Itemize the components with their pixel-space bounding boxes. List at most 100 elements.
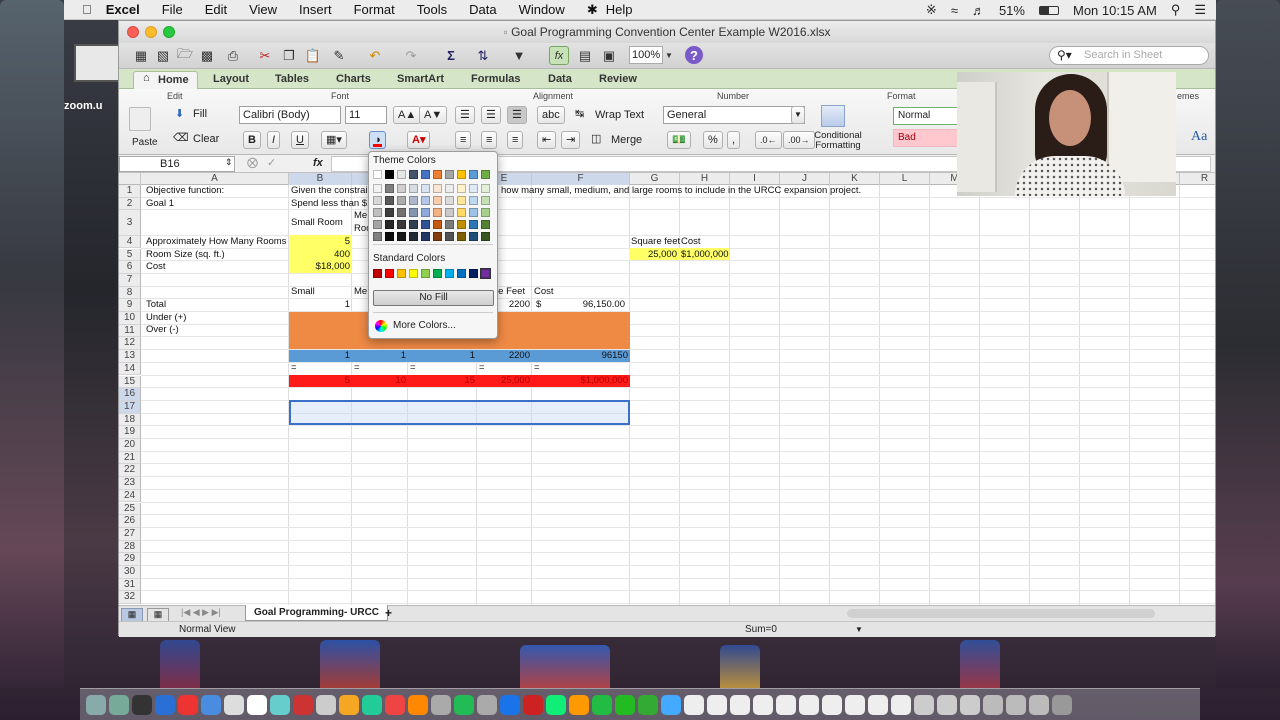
status-sum-dropdown-icon[interactable]: ▼	[855, 622, 863, 637]
menubar-clock[interactable]: Mon 10:15 AM	[1073, 3, 1157, 18]
page-layout-view-icon[interactable]: ▦	[147, 608, 169, 622]
tab-layout[interactable]: Layout	[205, 71, 257, 89]
dock-app-icon[interactable]	[1052, 694, 1072, 715]
menu-file[interactable]: File	[162, 2, 183, 17]
cell-f8[interactable]: Cost	[532, 286, 556, 298]
standard-color-swatch[interactable]	[421, 269, 430, 278]
dock-app-icon[interactable]	[753, 694, 773, 715]
clear-button[interactable]: Clear	[193, 133, 219, 145]
theme-shade-swatch[interactable]	[481, 184, 490, 193]
theme-shade-swatch[interactable]	[421, 208, 430, 217]
row-header-27[interactable]: 27	[119, 527, 141, 541]
menu-app-name[interactable]: Excel	[106, 2, 140, 17]
theme-shade-swatch[interactable]	[385, 208, 394, 217]
help-icon[interactable]: ?	[685, 46, 703, 64]
row-header-21[interactable]: 21	[119, 451, 141, 465]
align-left-button[interactable]: ≡	[455, 131, 472, 149]
dock-app-icon[interactable]	[293, 694, 313, 715]
cell-c14[interactable]: 10	[352, 375, 408, 387]
dock-app-icon[interactable]	[868, 694, 888, 715]
theme-shade-swatch[interactable]	[469, 232, 478, 241]
theme-shade-swatch[interactable]	[481, 208, 490, 217]
theme-shade-swatch[interactable]	[469, 208, 478, 217]
copy-icon[interactable]: ❐	[279, 46, 299, 65]
column-header-a[interactable]: A	[141, 173, 289, 185]
standard-color-swatch[interactable]	[480, 268, 491, 279]
row-header-25[interactable]: 25	[119, 502, 141, 516]
theme-shade-swatch[interactable]	[373, 196, 382, 205]
worksheet-grid[interactable]: ABCDEFGHIJKLMNOPQR 123456789101112131415…	[119, 173, 1215, 605]
tab-formulas[interactable]: Formulas	[463, 71, 529, 89]
row-header-13[interactable]: 13	[119, 350, 141, 363]
row-header-29[interactable]: 29	[119, 553, 141, 566]
dock-app-icon[interactable]	[385, 694, 405, 715]
dock-app-icon[interactable]	[707, 694, 727, 715]
theme-shade-swatch[interactable]	[469, 220, 478, 229]
standard-color-swatch[interactable]	[445, 269, 454, 278]
battery-percent[interactable]: 51%	[999, 3, 1025, 18]
theme-shade-swatch[interactable]	[421, 196, 430, 205]
menu-edit[interactable]: Edit	[205, 2, 227, 17]
dock-app-icon[interactable]	[500, 694, 520, 715]
theme-shade-swatch[interactable]	[445, 184, 454, 193]
horizontal-scrollbar[interactable]	[847, 609, 1155, 618]
theme-shade-swatch[interactable]	[373, 208, 382, 217]
tab-data[interactable]: Data	[540, 71, 580, 89]
increase-decimal-button[interactable]: .0←	[755, 131, 782, 149]
theme-shade-swatch[interactable]	[433, 220, 442, 229]
cancel-formula-icon[interactable]: ⨂	[247, 156, 258, 169]
shrink-font-button[interactable]: A▼	[419, 106, 448, 124]
desktop-label[interactable]: zoom.u	[64, 100, 103, 112]
cell-c3-line1[interactable]: Me	[352, 210, 369, 222]
cut-icon[interactable]: ✂	[255, 46, 275, 65]
cell-b8[interactable]: Small	[289, 286, 317, 298]
apple-icon[interactable]: 	[82, 2, 92, 17]
cell-e12[interactable]: 2200	[477, 350, 532, 362]
battery-icon[interactable]	[1038, 5, 1059, 15]
dock-app-icon[interactable]	[109, 694, 129, 715]
theme-shade-swatch[interactable]	[457, 196, 466, 205]
dock-app-icon[interactable]	[661, 694, 681, 715]
accounting-button[interactable]: 💵	[667, 131, 691, 149]
zoom-select[interactable]: 100%	[629, 46, 663, 64]
cell-a4[interactable]: Approximately How Many Rooms	[144, 236, 288, 248]
dock-app-icon[interactable]	[431, 694, 451, 715]
conditional-formatting-button[interactable]: Conditional Formatting	[813, 131, 863, 151]
row-header-5[interactable]: 5	[119, 248, 141, 262]
tab-review[interactable]: Review	[591, 71, 645, 89]
theme-shade-swatch[interactable]	[421, 184, 430, 193]
dock-app-icon[interactable]	[362, 694, 382, 715]
menu-view[interactable]: View	[249, 2, 277, 17]
column-header-j[interactable]: J	[780, 173, 830, 185]
comma-button[interactable]: ,	[727, 131, 741, 149]
align-middle-button[interactable]: ☰	[481, 106, 501, 124]
theme-color-swatch[interactable]	[457, 170, 466, 179]
sheet-tab-goal-programming[interactable]: Goal Programming- URCC	[245, 605, 389, 621]
theme-shade-swatch[interactable]	[373, 184, 382, 193]
fill-button[interactable]: Fill	[193, 108, 207, 120]
cell-e8[interactable]: re Feet	[493, 286, 527, 298]
cell-b3[interactable]: Small Room	[289, 217, 345, 229]
dock-app-icon[interactable]	[914, 694, 934, 715]
more-colors-button[interactable]: More Colors...	[393, 320, 456, 331]
theme-shade-swatch[interactable]	[397, 220, 406, 229]
cell-f12[interactable]: 96150	[532, 350, 630, 362]
cell-f14[interactable]: $1,000,000	[532, 375, 630, 387]
row-header-3[interactable]: 3	[119, 210, 141, 236]
dock-app-icon[interactable]	[155, 694, 175, 715]
cell-a11[interactable]: Over (-)	[144, 324, 181, 336]
row-header-22[interactable]: 22	[119, 464, 141, 478]
dock-app-icon[interactable]	[845, 694, 865, 715]
theme-shade-swatch[interactable]	[457, 220, 466, 229]
dock-app-icon[interactable]	[592, 694, 612, 715]
filter-icon[interactable]: ▼	[509, 46, 529, 65]
row-header-1[interactable]: 1	[119, 185, 141, 198]
normal-view-icon[interactable]: ▦	[121, 608, 143, 622]
row-header-2[interactable]: 2	[119, 197, 141, 211]
selected-range-b16-f17[interactable]	[289, 400, 630, 425]
increase-indent-button[interactable]: ⇥	[561, 131, 581, 149]
standard-color-swatch[interactable]	[385, 269, 394, 278]
theme-shade-swatch[interactable]	[409, 196, 418, 205]
dock-app-icon[interactable]	[201, 694, 221, 715]
decrease-indent-button[interactable]: ⇤	[537, 131, 557, 149]
